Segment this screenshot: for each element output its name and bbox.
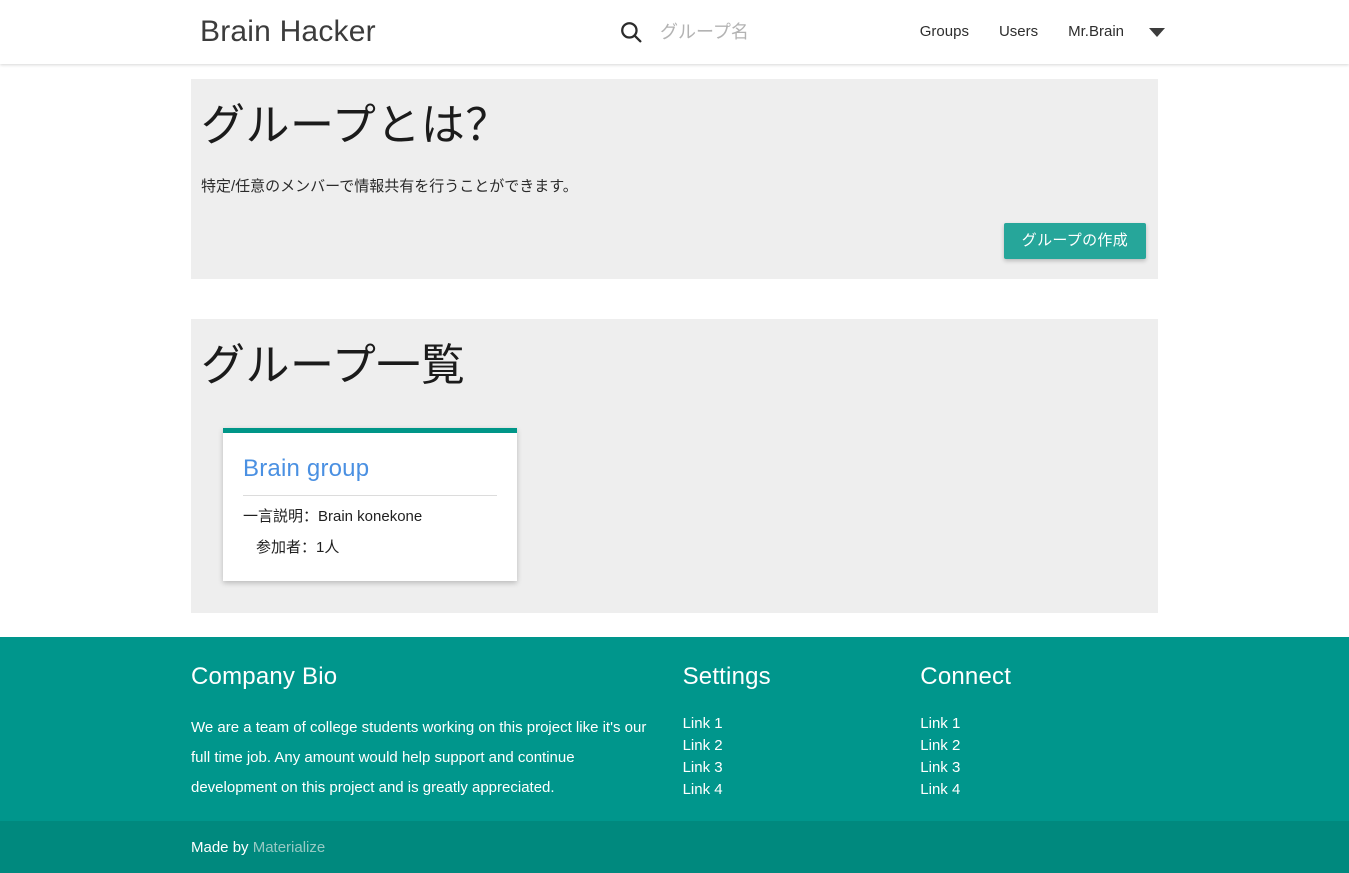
brand-logo[interactable]: Brain Hacker (200, 15, 376, 49)
list-item: Link 1 (683, 713, 921, 735)
footer-connect-link-1[interactable]: Link 1 (920, 713, 1158, 735)
group-card[interactable]: Brain group 一言説明：Brain konekone 参加者：1人 (223, 428, 517, 582)
list-item: Link 2 (683, 735, 921, 757)
footer-settings-link-3[interactable]: Link 3 (683, 757, 921, 779)
footer-copyright-text: Made by Materialize (191, 839, 1158, 856)
footer-settings-link-4[interactable]: Link 4 (683, 779, 921, 801)
list-item: Link 3 (683, 757, 921, 779)
footer-made-by-label: Made by (191, 838, 253, 856)
chevron-down-icon (1149, 27, 1165, 37)
about-panel: グループとは？ 特定/任意のメンバーで情報共有を行うことができます。 グループの… (191, 79, 1158, 279)
footer-copyright-bar: Made by Materialize (0, 821, 1349, 873)
footer-connect-link-3[interactable]: Link 3 (920, 757, 1158, 779)
list-item: Link 4 (920, 779, 1158, 801)
footer-connect-link-4[interactable]: Link 4 (920, 779, 1158, 801)
search-icon[interactable] (618, 19, 644, 45)
page-footer: Company Bio We are a team of college stu… (0, 637, 1349, 873)
group-card-body: Brain group 一言説明：Brain konekone 参加者：1人 (223, 433, 517, 581)
footer-settings-heading: Settings (682, 663, 771, 691)
group-card-divider (243, 495, 497, 497)
search-box[interactable] (618, 12, 858, 52)
group-list-panel: グループ一覧 Brain group 一言説明：Brain konekone 参… (191, 318, 1158, 614)
footer-materialize-link[interactable]: Materialize (253, 839, 326, 856)
footer-connect-link-2[interactable]: Link 2 (920, 735, 1158, 757)
footer-settings-links: Link 1 Link 2 Link 3 Link 4 (683, 713, 921, 801)
about-panel-actions: グループの作成 (201, 222, 1148, 259)
group-card-grid: Brain group 一言説明：Brain konekone 参加者：1人 (201, 390, 1148, 582)
create-group-button[interactable]: グループの作成 (1003, 222, 1146, 259)
list-item: Link 3 (920, 757, 1158, 779)
footer-bio-heading: Company Bio (191, 663, 338, 691)
nav-link-account[interactable]: Mr.Brain (1053, 0, 1139, 64)
group-card-members: 参加者：1人 (256, 538, 340, 556)
panel-spacer (191, 279, 1158, 319)
nav-link-groups[interactable]: Groups (905, 0, 984, 64)
footer-company-bio: Company Bio We are a team of college stu… (191, 663, 683, 803)
footer-columns: Company Bio We are a team of college stu… (191, 637, 1158, 821)
list-item: Link 1 (920, 713, 1158, 735)
footer-connect-heading: Connect (920, 663, 1012, 691)
nav-link-users[interactable]: Users (984, 0, 1053, 64)
group-card-description: 一言説明：Brain konekone (243, 508, 423, 526)
list-item: Link 4 (683, 779, 921, 801)
account-dropdown-button[interactable] (1139, 0, 1177, 64)
main-container: グループとは？ 特定/任意のメンバーで情報共有を行うことができます。 グループの… (191, 64, 1158, 614)
footer-settings-link-1[interactable]: Link 1 (683, 713, 921, 735)
search-input[interactable] (658, 15, 858, 49)
footer-connect-links: Link 1 Link 2 Link 3 Link 4 (920, 713, 1158, 801)
footer-settings-link-2[interactable]: Link 2 (683, 735, 921, 757)
group-card-title-link[interactable]: Brain group (243, 455, 369, 483)
about-panel-description: 特定/任意のメンバーで情報共有を行うことができます。 (201, 178, 578, 196)
list-item: Link 2 (920, 735, 1158, 757)
nav-links: Groups Users Mr.Brain (905, 0, 1177, 64)
footer-settings-column: Settings Link 1 Link 2 Link 3 Link 4 (683, 663, 921, 803)
group-list-heading: グループ一覧 (201, 340, 466, 390)
top-navbar: Brain Hacker Groups Users Mr.Brain (0, 0, 1349, 64)
footer-bio-text: We are a team of college students workin… (191, 719, 647, 797)
footer-connect-column: Connect Link 1 Link 2 Link 3 Link 4 (920, 663, 1158, 803)
about-panel-heading: グループとは？ (201, 101, 510, 150)
